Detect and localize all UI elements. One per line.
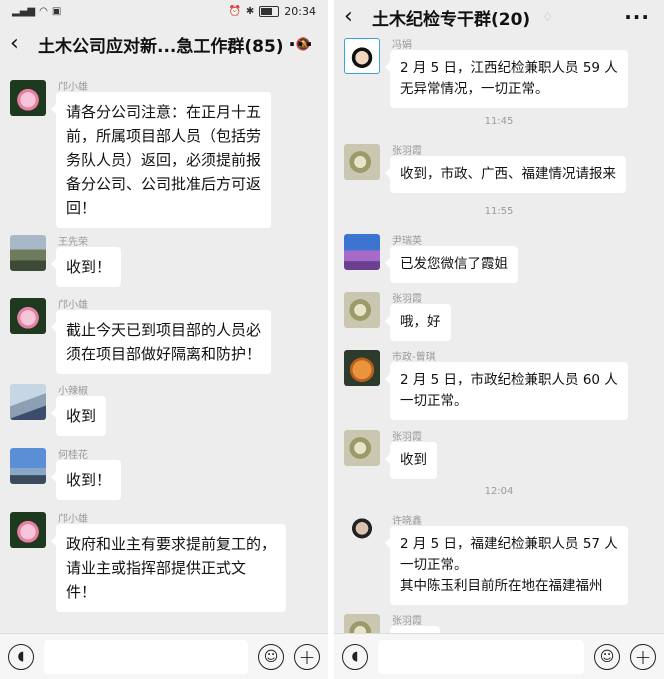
sender-name: 邝小雄 <box>58 300 88 311</box>
sender-name: 张羽霞 <box>392 432 422 443</box>
input-bar: ◖ ☺ + <box>334 633 664 679</box>
sender-name: 市政-曾琪 <box>392 352 436 363</box>
message-text-line: 哦，好 <box>400 314 441 330</box>
message-bubble[interactable]: 收到！ <box>50 460 122 500</box>
message-bubble[interactable]: 政府和业主有要求提前复工的， 请业主或指挥部提供正式文 件！ <box>50 524 287 612</box>
lotus-avatar[interactable] <box>10 80 46 116</box>
sender-name: 张羽霞 <box>392 146 422 157</box>
lotus-avatar[interactable] <box>10 512 46 548</box>
sender-name: 张羽霞 <box>392 294 422 305</box>
message-text-line: 收到，市政、广西、福建情况请报来 <box>400 166 616 182</box>
battery-icon <box>259 5 280 17</box>
more-actions-icon[interactable]: + <box>294 643 320 670</box>
time-separator: 12:04 <box>484 486 514 497</box>
message-text-line: 政府和业主有要求提前复工的， <box>66 535 277 553</box>
message-text-line: 回！ <box>66 199 97 217</box>
sender-name: 小辣椒 <box>58 386 88 397</box>
message-text-line: 收到！ <box>66 471 112 489</box>
more-actions-icon[interactable]: + <box>630 643 656 670</box>
message-text-line: 须在项目部做好隔离和防护！ <box>66 345 262 363</box>
message-text-line: 已发您微信了霞姐 <box>400 256 508 272</box>
back-arrow-icon[interactable]: ‹ <box>10 33 32 55</box>
message-text-line: 请各分公司注意：在正月十五 <box>66 103 262 121</box>
people-avatar[interactable] <box>10 384 46 420</box>
message-bubble[interactable]: 请各分公司注意：在正月十五 前，所属项目部人员（包括劳 务队人员）返回，必须提前报备… <box>50 92 272 228</box>
time-separator: 11:45 <box>484 116 514 127</box>
message-bubble[interactable]: 2 月 5 日，江西纪检兼职人员 59 人无异常情况，一切正常。 <box>385 50 628 108</box>
sender-name: 尹瑞英 <box>392 236 422 247</box>
status-time: 20:34 <box>284 4 316 18</box>
message-text-line: 前，所属项目部人员（包括劳 <box>66 127 262 145</box>
message-text-line: 无异常情况，一切正常。 <box>400 81 549 97</box>
message-bubble[interactable]: 2 月 5 日，市政纪检兼职人员 60 人一切正常。 <box>385 362 628 420</box>
voice-input-icon[interactable]: ◖ <box>342 643 368 670</box>
sender-name: 何桂花 <box>58 450 88 461</box>
plant-avatar[interactable] <box>344 144 380 180</box>
message-text-line: 2 月 5 日，江西纪检兼职人员 59 人 <box>400 60 618 76</box>
message-bubble[interactable]: 已发您微信了霞姐 <box>385 246 518 283</box>
voice-input-icon[interactable]: ◖ <box>8 643 34 670</box>
message-text-line: 收到！ <box>66 258 112 276</box>
message-input[interactable] <box>378 639 584 674</box>
emoji-icon[interactable]: ☺ <box>258 643 284 670</box>
tower-avatar[interactable] <box>10 448 46 484</box>
message-text-line: 收到 <box>66 407 97 425</box>
bluetooth-icon: ✱ <box>245 5 255 17</box>
sender-name: 邝小雄 <box>58 82 88 93</box>
message-bubble[interactable]: 收到 <box>385 442 437 479</box>
sender-name: 冯娟 <box>392 40 412 51</box>
input-bar: ◖ ☺ + <box>0 633 328 679</box>
landscape-avatar[interactable] <box>10 235 46 271</box>
plant-avatar[interactable] <box>344 292 380 328</box>
notification-icon: ▣ <box>51 5 62 17</box>
status-bar: ▂▄▆ ◠ ▣ ⏰ ✱ 20:34 <box>0 0 328 22</box>
sender-name: 许晓鑫 <box>392 516 422 527</box>
chat-header: ‹ 土木公司应对新...急工作群(85) 🔕 ··· <box>0 22 328 66</box>
chat-title: 土木纪检专干群(20) <box>372 9 531 30</box>
message-text-line: 收到 <box>400 452 427 468</box>
more-options-icon[interactable]: ··· <box>288 32 314 56</box>
plant-avatar[interactable] <box>344 430 380 466</box>
mute-bell-icon: ♢ <box>542 10 553 24</box>
alarm-icon: ⏰ <box>228 5 241 17</box>
message-bubble[interactable]: 截止今天已到项目部的人员必 须在项目部做好隔离和防护！ <box>50 310 272 374</box>
message-text-line: 其中陈玉利目前所在地在福建福州 <box>400 578 603 594</box>
purple-avatar[interactable] <box>344 234 380 270</box>
message-text-line: 备分公司、公司批准后方可返 <box>66 175 262 193</box>
sender-name: 张羽霞 <box>392 616 422 627</box>
wifi-icon: ◠ <box>39 5 48 17</box>
emoji-icon[interactable]: ☺ <box>594 643 620 670</box>
message-text-line: 请业主或指挥部提供正式文 <box>66 559 247 577</box>
message-input[interactable] <box>44 639 248 674</box>
message-bubble[interactable]: 收到 <box>50 396 107 436</box>
man-avatar[interactable] <box>344 514 380 550</box>
more-options-icon[interactable]: ··· <box>624 5 650 29</box>
chat-header: ‹ 土木纪检专干群(20) ♢ ··· <box>334 0 664 34</box>
signal-icon: ▂▄▆ <box>12 5 36 17</box>
message-text-line: 一切正常。 <box>400 393 468 409</box>
time-separator: 11:55 <box>484 206 514 217</box>
sender-name: 王先荣 <box>58 237 88 248</box>
girl-avatar[interactable] <box>344 38 380 74</box>
message-text-line: 2 月 5 日，福建纪检兼职人员 57 人 <box>400 536 618 552</box>
message-bubble[interactable]: 哦，好 <box>385 304 451 341</box>
lotus-avatar[interactable] <box>10 298 46 334</box>
chat-title: 土木公司应对新...急工作群(85) <box>38 36 284 57</box>
left-chat-screen: ▂▄▆ ◠ ▣ ⏰ ✱ 20:34 ‹ 土木公司应对新...急工作群(85) 🔕… <box>0 0 328 679</box>
right-chat-screen: ‹ 土木纪检专干群(20) ♢ ··· 冯娟 2 月 5 日，江西纪检兼职人员 5… <box>334 0 664 679</box>
back-arrow-icon[interactable]: ‹ <box>344 6 366 28</box>
message-text-line: 2 月 5 日，市政纪检兼职人员 60 人 <box>400 372 618 388</box>
message-text-line: 件！ <box>66 583 97 601</box>
message-text-line: 一切正常。 <box>400 557 468 573</box>
message-bubble[interactable]: 收到！ <box>50 247 122 287</box>
message-text-line: 务队人员）返回，必须提前报 <box>66 151 262 169</box>
cat-avatar[interactable] <box>344 350 380 386</box>
message-bubble[interactable]: 收到，市政、广西、福建情况请报来 <box>385 156 626 193</box>
message-bubble[interactable]: 2 月 5 日，福建纪检兼职人员 57 人一切正常。其中陈玉利目前所在地在福建福… <box>385 526 628 605</box>
sender-name: 邝小雄 <box>58 514 88 525</box>
message-text-line: 截止今天已到项目部的人员必 <box>66 321 262 339</box>
